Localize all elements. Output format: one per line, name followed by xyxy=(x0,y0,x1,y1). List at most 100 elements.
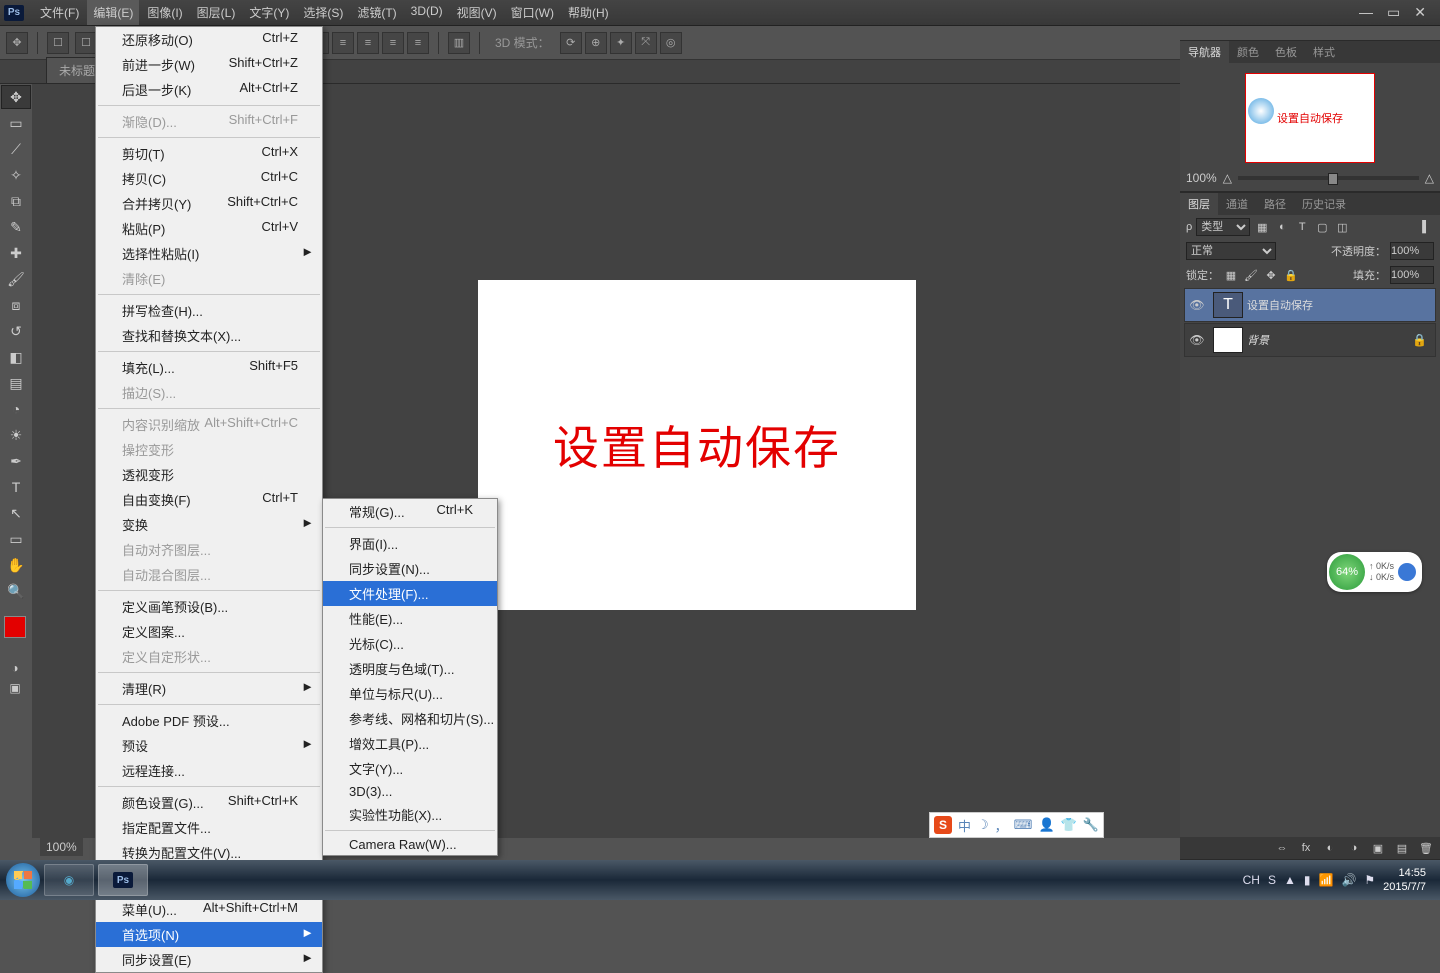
ime-keyboard-icon[interactable]: ⌨ xyxy=(1014,817,1033,833)
taskbar-clock[interactable]: 14:55 2015/7/7 xyxy=(1383,866,1426,894)
navigator-thumbnail[interactable]: 设置自动保存 xyxy=(1245,73,1375,163)
menu-item[interactable]: 透视变形 xyxy=(96,462,322,487)
tray-ch-icon[interactable]: CH xyxy=(1243,873,1260,887)
filter-pixel-icon[interactable]: ▦ xyxy=(1254,219,1270,235)
ime-moon-icon[interactable]: ☽ xyxy=(977,817,989,833)
pen-tool-icon[interactable]: ✒ xyxy=(1,449,31,473)
submenu-item[interactable]: 常规(G)...Ctrl+K xyxy=(323,499,497,524)
eyedropper-tool-icon[interactable]: ✎ xyxy=(1,215,31,239)
menu-file[interactable]: 文件(F) xyxy=(34,0,85,25)
submenu-item[interactable]: Camera Raw(W)... xyxy=(323,834,497,855)
hand-tool-icon[interactable]: ✋ xyxy=(1,553,31,577)
menu-window[interactable]: 窗口(W) xyxy=(505,0,560,25)
menu-item[interactable]: 变换► xyxy=(96,512,322,537)
blur-tool-icon[interactable]: ◔ xyxy=(1,397,31,421)
move-tool-icon[interactable]: ✥ xyxy=(6,32,28,54)
close-icon[interactable]: ✕ xyxy=(1414,4,1426,21)
tab-layers[interactable]: 图层 xyxy=(1180,193,1218,215)
tab-color[interactable]: 颜色 xyxy=(1229,41,1267,63)
delete-icon[interactable]: 🗑 xyxy=(1418,840,1434,856)
menu-select[interactable]: 选择(S) xyxy=(297,0,349,25)
tray-sogou-icon[interactable]: S xyxy=(1268,873,1276,887)
menu-filter[interactable]: 滤镜(T) xyxy=(351,0,402,25)
fill-input[interactable] xyxy=(1390,266,1434,284)
menu-item[interactable]: Adobe PDF 预设... xyxy=(96,708,322,733)
menu-item[interactable]: 选择性粘贴(I)► xyxy=(96,241,322,266)
healing-tool-icon[interactable]: ✚ xyxy=(1,241,31,265)
distribute-icon[interactable]: ≡ xyxy=(382,32,404,54)
menu-item[interactable]: 查找和替换文本(X)... xyxy=(96,323,322,348)
menu-item[interactable]: 菜单(U)...Alt+Shift+Ctrl+M xyxy=(96,897,322,922)
menu-item[interactable]: 合并拷贝(Y)Shift+Ctrl+C xyxy=(96,191,322,216)
layer-row[interactable]: 👁 背景 🔒 xyxy=(1184,323,1436,357)
blend-mode-select[interactable]: 正常 xyxy=(1186,242,1276,260)
dodge-tool-icon[interactable]: ☀ xyxy=(1,423,31,447)
navigator-zoom-slider[interactable] xyxy=(1238,176,1419,180)
path-tool-icon[interactable]: ↖ xyxy=(1,501,31,525)
menu-layer[interactable]: 图层(L) xyxy=(191,0,242,25)
menu-item[interactable]: 预设► xyxy=(96,733,322,758)
zoom-in-icon[interactable]: △ xyxy=(1425,171,1434,185)
marquee-tool-icon[interactable]: ▭ xyxy=(1,111,31,135)
layer-thumbnail[interactable] xyxy=(1213,327,1243,353)
menu-image[interactable]: 图像(I) xyxy=(141,0,188,25)
menu-item[interactable]: 远程连接... xyxy=(96,758,322,783)
mask-icon[interactable]: ◐ xyxy=(1322,840,1338,856)
3d-tool-icon[interactable]: ⊕ xyxy=(585,32,607,54)
maximize-icon[interactable]: ▭ xyxy=(1387,4,1400,21)
filter-shape-icon[interactable]: ▢ xyxy=(1314,219,1330,235)
show-transform-checkbox[interactable]: ☐ xyxy=(75,32,97,54)
distribute-icon[interactable]: ≡ xyxy=(407,32,429,54)
zoom-out-icon[interactable]: △ xyxy=(1223,171,1232,185)
submenu-item[interactable]: 透明度与色域(T)... xyxy=(323,656,497,681)
lock-pos-icon[interactable]: ✥ xyxy=(1263,267,1279,283)
layer-name[interactable]: 背景 xyxy=(1247,332,1269,348)
stamp-tool-icon[interactable]: ⧈ xyxy=(1,293,31,317)
document-canvas[interactable]: 设置自动保存 xyxy=(478,280,916,610)
filter-toggle-icon[interactable]: ▌ xyxy=(1418,219,1434,235)
shape-tool-icon[interactable]: ▭ xyxy=(1,527,31,551)
tray-shield-icon[interactable]: ⚑ xyxy=(1364,873,1375,887)
submenu-item[interactable]: 界面(I)... xyxy=(323,531,497,556)
start-button[interactable] xyxy=(6,863,40,897)
type-tool-icon[interactable]: T xyxy=(1,475,31,499)
system-monitor-widget[interactable]: 64% ↑ 0K/s ↓ 0K/s xyxy=(1327,552,1422,592)
menu-item[interactable]: 定义画笔预设(B)... xyxy=(96,594,322,619)
menu-item[interactable]: 剪切(T)Ctrl+X xyxy=(96,141,322,166)
ime-toolbar[interactable]: S 中 ☽ ， ⌨ 👤 👕 🔧 xyxy=(929,812,1104,838)
foreground-color-swatch[interactable] xyxy=(4,616,26,638)
tab-channels[interactable]: 通道 xyxy=(1218,193,1256,215)
submenu-item[interactable]: 3D(3)... xyxy=(323,781,497,802)
filter-adjust-icon[interactable]: ◐ xyxy=(1274,219,1290,235)
fx-icon[interactable]: fx xyxy=(1298,840,1314,856)
tray-signal-icon[interactable]: 📶 xyxy=(1319,873,1334,887)
menu-item[interactable]: 定义图案... xyxy=(96,619,322,644)
layer-name[interactable]: 设置自动保存 xyxy=(1247,297,1313,313)
menu-type[interactable]: 文字(Y) xyxy=(243,0,295,25)
screenmode-icon[interactable]: ▣ xyxy=(0,678,30,698)
opacity-input[interactable] xyxy=(1390,242,1434,260)
tab-swatches[interactable]: 色板 xyxy=(1267,41,1305,63)
ime-skin-icon[interactable]: 👕 xyxy=(1061,817,1077,833)
submenu-item[interactable]: 单位与标尺(U)... xyxy=(323,681,497,706)
memory-gauge[interactable]: 64% xyxy=(1329,554,1365,590)
crop-tool-icon[interactable]: ⧉ xyxy=(1,189,31,213)
new-layer-icon[interactable]: ▤ xyxy=(1394,840,1410,856)
3d-tool-icon[interactable]: ✦ xyxy=(610,32,632,54)
widget-expand-icon[interactable] xyxy=(1398,563,1416,581)
ime-lang-icon[interactable]: 中 xyxy=(958,816,971,835)
menu-item[interactable]: 粘贴(P)Ctrl+V xyxy=(96,216,322,241)
submenu-item[interactable]: 性能(E)... xyxy=(323,606,497,631)
tab-paths[interactable]: 路径 xyxy=(1256,193,1294,215)
filter-smart-icon[interactable]: ◫ xyxy=(1334,219,1350,235)
auto-select-checkbox[interactable]: ☐ xyxy=(47,32,69,54)
zoom-tool-icon[interactable]: 🔍 xyxy=(1,579,31,603)
distribute-icon[interactable]: ≡ xyxy=(357,32,379,54)
adjustment-icon[interactable]: ◑ xyxy=(1346,840,1362,856)
submenu-item[interactable]: 同步设置(N)... xyxy=(323,556,497,581)
taskbar-photoshop-button[interactable]: Ps xyxy=(98,864,148,896)
ime-person-icon[interactable]: 👤 xyxy=(1038,817,1054,833)
visibility-icon[interactable]: 👁 xyxy=(1185,298,1209,312)
tray-net-icon[interactable]: ▮ xyxy=(1304,873,1311,887)
submenu-item[interactable]: 增效工具(P)... xyxy=(323,731,497,756)
